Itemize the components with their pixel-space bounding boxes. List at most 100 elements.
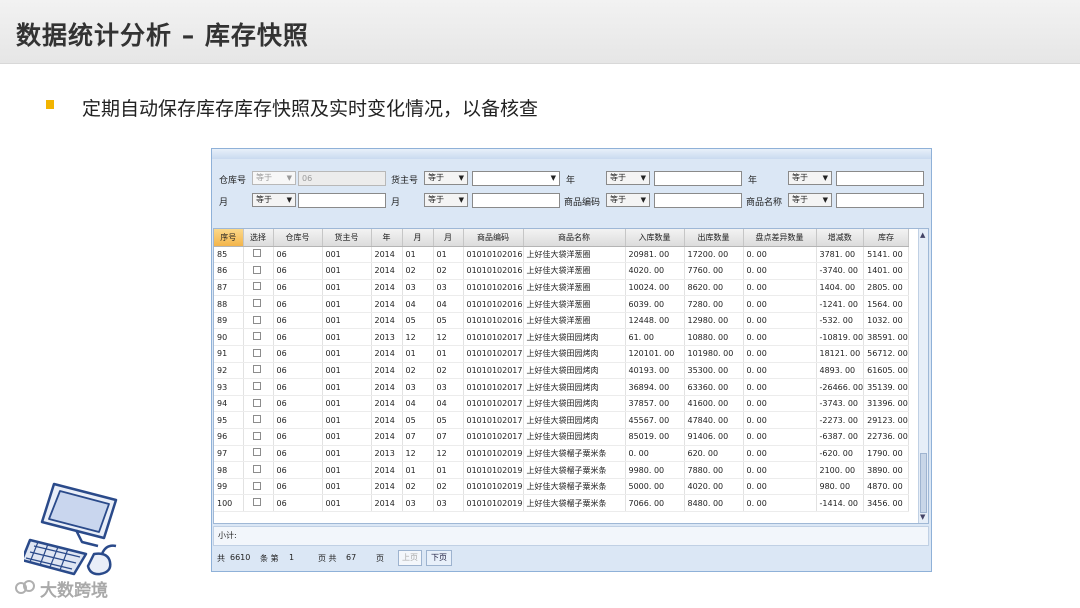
column-header[interactable]: 盘点差异数量 bbox=[743, 229, 817, 247]
row-select-checkbox[interactable] bbox=[252, 249, 261, 258]
column-header[interactable]: 入库数量 bbox=[625, 229, 685, 247]
select-cell[interactable] bbox=[243, 362, 274, 380]
prev-page-button[interactable]: 上页 bbox=[398, 550, 422, 566]
column-header[interactable]: 仓库号 bbox=[273, 229, 323, 247]
select-cell[interactable] bbox=[243, 279, 274, 297]
table-cell: 1032. 00 bbox=[863, 312, 909, 330]
table-row[interactable]: 97 06 001 2013 12 12 01010102019 上好佳大袋榴子粟米条 0. 0… bbox=[214, 445, 909, 463]
select-cell[interactable] bbox=[243, 378, 274, 396]
column-header[interactable]: 商品名称 bbox=[523, 229, 626, 247]
column-header[interactable]: 增减数 bbox=[816, 229, 865, 247]
row-select-checkbox[interactable] bbox=[252, 481, 261, 490]
month-to-operator-select[interactable]: 等于 ▼ bbox=[424, 193, 468, 207]
product-name-operator-select[interactable]: 等于 ▼ bbox=[788, 193, 832, 207]
month-from-input[interactable] bbox=[298, 193, 386, 208]
table-cell: 0. 00 bbox=[743, 246, 817, 264]
table-cell: 2014 bbox=[371, 494, 403, 512]
select-cell[interactable] bbox=[243, 395, 274, 413]
owner-operator-select[interactable]: 等于 ▼ bbox=[424, 171, 468, 185]
year-from-operator-select[interactable]: 等于 ▼ bbox=[606, 171, 650, 185]
row-select-checkbox[interactable] bbox=[252, 365, 261, 374]
table-cell: 0. 00 bbox=[743, 445, 817, 463]
table-row[interactable]: 95 06 001 2014 05 05 01010102017 上好佳大袋田园烤肉 45567… bbox=[214, 411, 909, 430]
table-row[interactable]: 90 06 001 2013 12 12 01010102017 上好佳大袋田园烤肉 61. 0… bbox=[214, 328, 909, 347]
year-from-label: 年 bbox=[566, 176, 576, 186]
table-row[interactable]: 98 06 001 2014 01 01 01010102019 上好佳大袋榴子粟米条 9980… bbox=[214, 461, 909, 479]
row-select-checkbox[interactable] bbox=[252, 265, 261, 274]
next-page-button[interactable]: 下页 bbox=[426, 550, 452, 566]
row-select-checkbox[interactable] bbox=[252, 332, 261, 341]
month-from-operator-select[interactable]: 等于 ▼ bbox=[252, 193, 296, 207]
table-cell: -1241. 00 bbox=[816, 295, 865, 313]
table-row[interactable]: 100 06 001 2014 03 03 01010102019 上好佳大袋榴子粟米条 706… bbox=[214, 494, 909, 512]
table-cell: 95 bbox=[214, 411, 244, 430]
row-select-checkbox[interactable] bbox=[252, 382, 261, 391]
select-cell[interactable] bbox=[243, 345, 274, 363]
row-select-checkbox[interactable] bbox=[252, 415, 261, 424]
year-to-operator-select[interactable]: 等于 ▼ bbox=[788, 171, 832, 185]
owner-value-select[interactable]: ▼ bbox=[472, 171, 560, 186]
table-cell: 91406. 00 bbox=[684, 428, 744, 446]
table-row[interactable]: 93 06 001 2014 03 03 01010102017 上好佳大袋田园烤肉 36894… bbox=[214, 378, 909, 396]
table-row[interactable]: 91 06 001 2014 01 01 01010102017 上好佳大袋田园烤肉 12010… bbox=[214, 345, 909, 363]
column-header[interactable]: 选择 bbox=[243, 229, 274, 247]
row-select-checkbox[interactable] bbox=[252, 448, 261, 457]
table-cell: 90 bbox=[214, 328, 244, 347]
select-cell[interactable] bbox=[243, 295, 274, 313]
table-row[interactable]: 89 06 001 2014 05 05 01010102016 上好佳大袋洋葱圈 12448.… bbox=[214, 312, 909, 330]
column-header[interactable]: 序号 bbox=[214, 229, 244, 247]
warehouse-value-input[interactable]: 06 bbox=[298, 171, 386, 186]
warehouse-operator-select[interactable]: 等于 ▼ bbox=[252, 171, 296, 185]
scroll-up-icon[interactable]: ▲ bbox=[920, 231, 925, 239]
table-cell: 01 bbox=[433, 461, 464, 479]
brand-logo-icon bbox=[15, 580, 35, 594]
table-row[interactable]: 96 06 001 2014 07 07 01010102017 上好佳大袋田园烤肉 85019… bbox=[214, 428, 909, 446]
row-select-checkbox[interactable] bbox=[252, 498, 261, 507]
table-row[interactable]: 86 06 001 2014 02 02 01010102016 上好佳大袋洋葱圈 4020. … bbox=[214, 262, 909, 280]
column-header[interactable]: 库存 bbox=[863, 229, 909, 247]
product-code-input[interactable] bbox=[654, 193, 742, 208]
scroll-down-icon[interactable]: ▼ bbox=[920, 513, 925, 521]
select-cell[interactable] bbox=[243, 246, 274, 264]
column-header[interactable]: 货主号 bbox=[322, 229, 372, 247]
row-select-checkbox[interactable] bbox=[252, 431, 261, 440]
dropdown-arrow-icon: ▼ bbox=[640, 174, 646, 182]
year-to-input[interactable] bbox=[836, 171, 924, 186]
table-row[interactable]: 85 06 001 2014 01 01 01010102016 上好佳大袋洋葱圈 20981.… bbox=[214, 246, 909, 264]
row-select-checkbox[interactable] bbox=[252, 315, 261, 324]
table-cell: 06 bbox=[273, 345, 323, 363]
table-row[interactable]: 88 06 001 2014 04 04 01010102016 上好佳大袋洋葱圈 6039. … bbox=[214, 295, 909, 313]
table-cell: 01010102016 bbox=[463, 262, 524, 280]
column-header[interactable]: 月 bbox=[402, 229, 434, 247]
select-cell[interactable] bbox=[243, 328, 274, 347]
column-header[interactable]: 商品编码 bbox=[463, 229, 524, 247]
select-cell[interactable] bbox=[243, 478, 274, 496]
select-cell[interactable] bbox=[243, 262, 274, 280]
row-select-checkbox[interactable] bbox=[252, 282, 261, 291]
row-select-checkbox[interactable] bbox=[252, 348, 261, 357]
scrollbar-thumb[interactable] bbox=[920, 453, 927, 513]
product-name-input[interactable] bbox=[836, 193, 924, 208]
table-cell: 97 bbox=[214, 445, 244, 463]
table-row[interactable]: 87 06 001 2014 03 03 01010102016 上好佳大袋洋葱圈 10024.… bbox=[214, 279, 909, 297]
column-header[interactable]: 月 bbox=[433, 229, 464, 247]
table-row[interactable]: 94 06 001 2014 04 04 01010102017 上好佳大袋田园烤肉 37857… bbox=[214, 395, 909, 413]
column-header[interactable]: 年 bbox=[371, 229, 403, 247]
row-select-checkbox[interactable] bbox=[252, 465, 261, 474]
table-row[interactable]: 92 06 001 2014 02 02 01010102017 上好佳大袋田园烤肉 40193… bbox=[214, 362, 909, 380]
year-from-input[interactable] bbox=[654, 171, 742, 186]
row-select-checkbox[interactable] bbox=[252, 299, 261, 308]
column-header[interactable]: 出库数量 bbox=[684, 229, 744, 247]
table-row[interactable]: 99 06 001 2014 02 02 01010102019 上好佳大袋榴子粟米条 5000… bbox=[214, 478, 909, 496]
select-cell[interactable] bbox=[243, 312, 274, 330]
vertical-scrollbar[interactable]: ▲ ▼ bbox=[918, 229, 928, 523]
select-cell[interactable] bbox=[243, 461, 274, 479]
row-select-checkbox[interactable] bbox=[252, 398, 261, 407]
select-cell[interactable] bbox=[243, 428, 274, 446]
select-cell[interactable] bbox=[243, 445, 274, 463]
product-code-operator-select[interactable]: 等于 ▼ bbox=[606, 193, 650, 207]
month-to-input[interactable] bbox=[472, 193, 560, 208]
select-cell[interactable] bbox=[243, 494, 274, 512]
select-cell[interactable] bbox=[243, 411, 274, 430]
month-to-operator-value: 等于 bbox=[428, 195, 444, 204]
